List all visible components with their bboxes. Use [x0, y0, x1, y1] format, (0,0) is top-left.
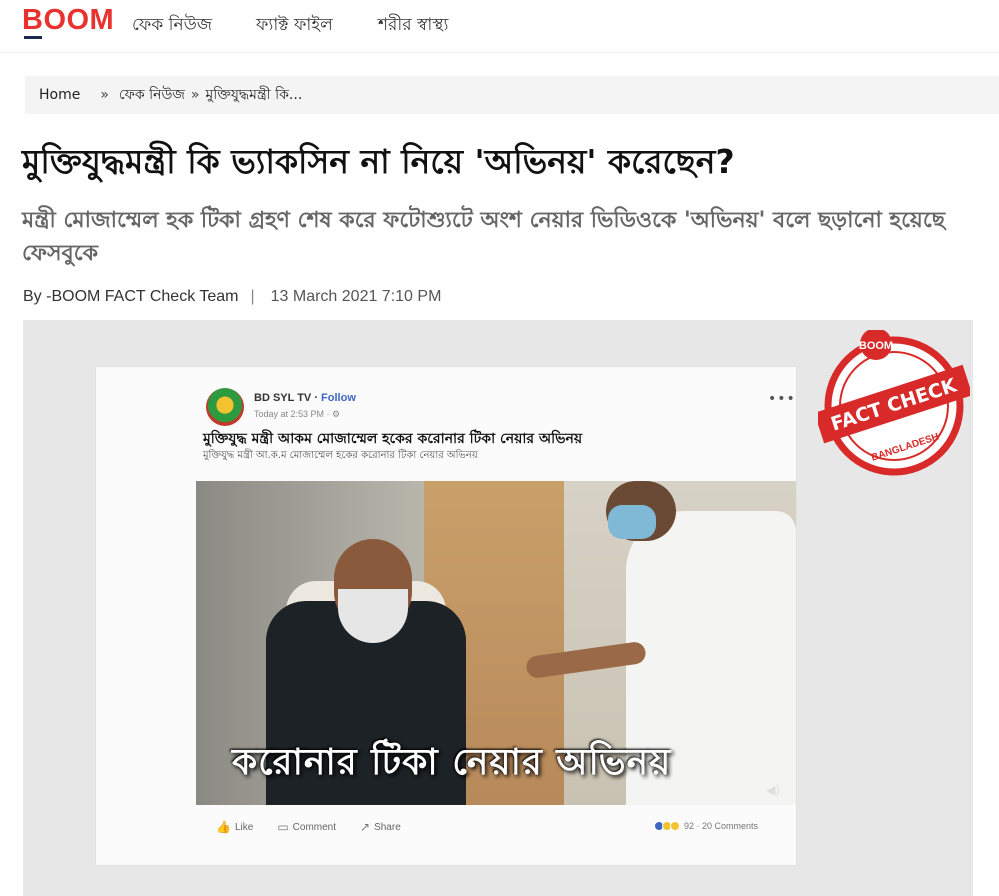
fact-check-stamp: BOOM FACT CHECK BANGLADESH — [818, 330, 970, 476]
article-title: মুক্তিযুদ্ধমন্ত্রী কি ভ্যাকসিন না নিয়ে … — [22, 142, 735, 181]
facebook-post-screenshot — [95, 366, 797, 866]
breadcrumb-separator: » — [100, 87, 109, 103]
nav-link-fake-news[interactable]: ফেক নিউজ — [132, 12, 212, 40]
nav-link-health[interactable]: শরীর স্বাস্থ্য — [378, 12, 449, 40]
breadcrumb-current: মুক্তিযুদ্ধমন্ত্রী কি... — [205, 87, 303, 103]
nav-link-fact-file[interactable]: ফ্যাক্ট ফাইল — [256, 12, 333, 40]
stamp-top-text: BOOM — [859, 340, 893, 352]
byline-prefix: By - — [23, 288, 52, 305]
boom-logo[interactable]: BOOM — [22, 4, 114, 37]
top-navbar: BOOM ফেক নিউজ ফ্যাক্ট ফাইল শরীর স্বাস্থ্… — [0, 0, 999, 52]
author-link[interactable]: BOOM FACT Check Team — [51, 288, 238, 306]
publish-date: 13 March 2021 7:10 PM — [270, 288, 442, 305]
byline: By - BOOM FACT Check Team | 13 March 202… — [23, 288, 441, 306]
article-subtitle: মন্ত্রী মোজাম্মেল হক টিকা গ্রহণ শেষ করে … — [22, 208, 946, 266]
nav-divider — [0, 52, 999, 53]
breadcrumb-home[interactable]: Home — [39, 87, 80, 103]
breadcrumb-section[interactable]: ফেক নিউজ — [119, 83, 185, 107]
breadcrumb-separator: » — [190, 87, 200, 103]
byline-divider: | — [250, 288, 255, 305]
breadcrumb: Home » ফেক নিউজ » মুক্তিযুদ্ধমন্ত্রী কি.… — [25, 76, 999, 114]
logo-underline — [24, 36, 42, 39]
